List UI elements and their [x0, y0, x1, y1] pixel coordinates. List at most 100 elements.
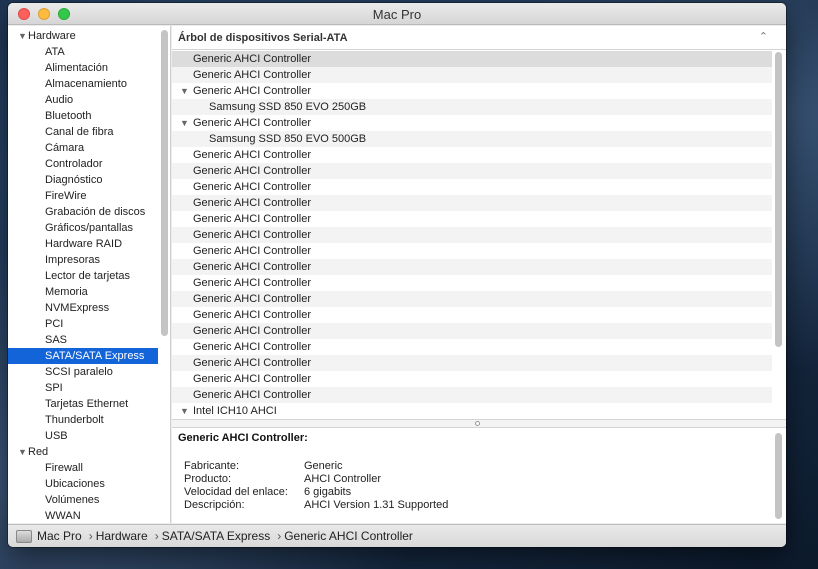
breadcrumb-item[interactable]: Hardware — [96, 529, 148, 543]
tree-row[interactable]: Generic AHCI Controller — [172, 243, 772, 259]
sidebar-item[interactable]: Volúmenes — [8, 492, 158, 508]
sidebar-item[interactable]: SATA/SATA Express — [8, 348, 158, 364]
tree-row-cell: Generic AHCI Controller — [172, 53, 311, 65]
tree-row-cell: Generic AHCI Controller — [172, 149, 311, 161]
sidebar-item[interactable]: Controlador — [8, 156, 158, 172]
sidebar-item[interactable]: Audio — [8, 92, 158, 108]
tree-row[interactable]: ▼ Intel ICH10 AHCI — [172, 403, 772, 417]
sidebar-item-label: Controlador — [45, 158, 103, 170]
tree-row[interactable]: Generic AHCI Controller — [172, 195, 772, 211]
disclosure-triangle-icon[interactable]: ▼ — [180, 403, 190, 417]
tree-row[interactable]: Generic AHCI Controller — [172, 227, 772, 243]
tree-row[interactable]: Generic AHCI Controller — [172, 51, 772, 67]
tree-row[interactable]: Generic AHCI Controller — [172, 275, 772, 291]
detail-field: Producto: AHCI Controller — [184, 473, 744, 486]
tree-row-label: Generic AHCI Controller — [193, 85, 311, 97]
detail-field-value: AHCI Controller — [304, 473, 382, 485]
sidebar-group[interactable]: ▼Red — [8, 444, 158, 460]
sidebar-item[interactable]: SPI — [8, 380, 158, 396]
detail-pane: Generic AHCI Controller: Fabricante: Gene… — [172, 429, 786, 523]
tree-row[interactable]: Generic AHCI Controller — [172, 355, 772, 371]
disclosure-triangle-icon[interactable]: ▼ — [18, 28, 28, 44]
sidebar-item[interactable]: PCI — [8, 316, 158, 332]
sidebar-item[interactable]: Diagnóstico — [8, 172, 158, 188]
tree-row[interactable]: Generic AHCI Controller — [172, 67, 772, 83]
sidebar-item-label: Volúmenes — [45, 494, 100, 506]
tree-row[interactable]: Generic AHCI Controller — [172, 179, 772, 195]
breadcrumb-item[interactable]: SATA/SATA Express — [162, 529, 270, 543]
tree-row[interactable]: ▼ Generic AHCI Controller — [172, 115, 772, 131]
pane-splitter[interactable] — [172, 419, 786, 428]
sidebar-item-label: Gráficos/pantallas — [45, 222, 134, 234]
sidebar-scrollbar[interactable] — [161, 30, 168, 336]
tree-row-label: Generic AHCI Controller — [193, 277, 311, 289]
tree-row-cell: ▼ Generic AHCI Controller — [172, 85, 311, 97]
sidebar-item[interactable]: Almacenamiento — [8, 76, 158, 92]
sidebar-item[interactable]: Lector de tarjetas — [8, 268, 158, 284]
tree-row[interactable]: ▼ Generic AHCI Controller — [172, 83, 772, 99]
tree-row[interactable]: Generic AHCI Controller — [172, 323, 772, 339]
sidebar-group[interactable]: ▼Hardware — [8, 28, 158, 44]
tree-row-cell: Samsung SSD 850 EVO 250GB — [172, 101, 366, 113]
tree-row[interactable]: Samsung SSD 850 EVO 250GB — [172, 99, 772, 115]
sidebar-item[interactable]: NVMExpress — [8, 300, 158, 316]
tree-row[interactable]: Samsung SSD 850 EVO 500GB — [172, 131, 772, 147]
sort-ascending-icon[interactable]: ⌃ — [759, 30, 768, 43]
tree-row[interactable]: Generic AHCI Controller — [172, 147, 772, 163]
sidebar-item-label: PCI — [45, 318, 64, 330]
sidebar-item[interactable]: Hardware RAID — [8, 236, 158, 252]
sidebar-item[interactable]: ATA — [8, 44, 158, 60]
sidebar-item-label: Grabación de discos — [45, 206, 146, 218]
detail-field-value: Generic — [304, 460, 343, 472]
sidebar-item[interactable]: WWAN — [8, 508, 158, 523]
disclosure-triangle-icon[interactable]: ▼ — [18, 444, 28, 460]
sidebar-item[interactable]: FireWire — [8, 188, 158, 204]
sidebar-item[interactable]: Cámara — [8, 140, 158, 156]
sidebar-item[interactable]: Tarjetas Ethernet — [8, 396, 158, 412]
sidebar-item[interactable]: Gráficos/pantallas — [8, 220, 158, 236]
sidebar-item-label: Ubicaciones — [45, 478, 105, 490]
sidebar-item-label: WWAN — [45, 510, 81, 522]
breadcrumb-item[interactable]: Mac Pro — [37, 529, 82, 543]
breadcrumb-item[interactable]: Generic AHCI Controller — [284, 529, 413, 543]
tree-row[interactable]: Generic AHCI Controller — [172, 291, 772, 307]
sidebar-item-label: Memoria — [45, 286, 88, 298]
disclosure-triangle-icon[interactable]: ▼ — [180, 83, 190, 99]
sidebar-item[interactable]: Memoria — [8, 284, 158, 300]
tree-row-label: Generic AHCI Controller — [193, 69, 311, 81]
disclosure-triangle-icon[interactable]: ▼ — [180, 115, 190, 131]
sidebar-item[interactable]: Canal de fibra — [8, 124, 158, 140]
tree-row[interactable]: Generic AHCI Controller — [172, 339, 772, 355]
tree-row[interactable]: Generic AHCI Controller — [172, 307, 772, 323]
path-bar: Mac Pro › Hardware › SATA/SATA Express › Gener… — [8, 524, 786, 547]
sidebar-item[interactable]: USB — [8, 428, 158, 444]
tree-row-cell: Generic AHCI Controller — [172, 197, 311, 209]
sidebar-item[interactable]: SAS — [8, 332, 158, 348]
tree-row-cell: Generic AHCI Controller — [172, 165, 311, 177]
detail-title: Generic AHCI Controller: — [178, 432, 308, 444]
sidebar-item[interactable]: Grabación de discos — [8, 204, 158, 220]
tree-column-header[interactable]: Árbol de dispositivos Serial-ATA ⌃ — [172, 26, 786, 50]
detail-field: Velocidad del enlace: 6 gigabits — [184, 486, 744, 499]
detail-scrollbar[interactable] — [775, 433, 782, 519]
title-bar[interactable]: Mac Pro — [8, 3, 786, 25]
splitter-handle-icon[interactable] — [475, 421, 480, 426]
tree-scrollbar[interactable] — [775, 52, 782, 347]
sidebar-item[interactable]: Ubicaciones — [8, 476, 158, 492]
sidebar-item-label: NVMExpress — [45, 302, 110, 314]
sidebar-item[interactable]: Alimentación — [8, 60, 158, 76]
sidebar-item[interactable]: Impresoras — [8, 252, 158, 268]
sidebar-item[interactable]: Firewall — [8, 460, 158, 476]
tree-row[interactable]: Generic AHCI Controller — [172, 259, 772, 275]
tree-row[interactable]: Generic AHCI Controller — [172, 163, 772, 179]
tree-row-label: Generic AHCI Controller — [193, 149, 311, 161]
tree-row[interactable]: Generic AHCI Controller — [172, 371, 772, 387]
tree-row-cell: Generic AHCI Controller — [172, 69, 311, 81]
sidebar-item[interactable]: Bluetooth — [8, 108, 158, 124]
breadcrumb-separator-icon: › — [154, 529, 159, 543]
tree-row[interactable]: Generic AHCI Controller — [172, 387, 772, 403]
tree-row-cell: Generic AHCI Controller — [172, 277, 311, 289]
sidebar-item[interactable]: SCSI paralelo — [8, 364, 158, 380]
tree-row[interactable]: Generic AHCI Controller — [172, 211, 772, 227]
sidebar-item[interactable]: Thunderbolt — [8, 412, 158, 428]
